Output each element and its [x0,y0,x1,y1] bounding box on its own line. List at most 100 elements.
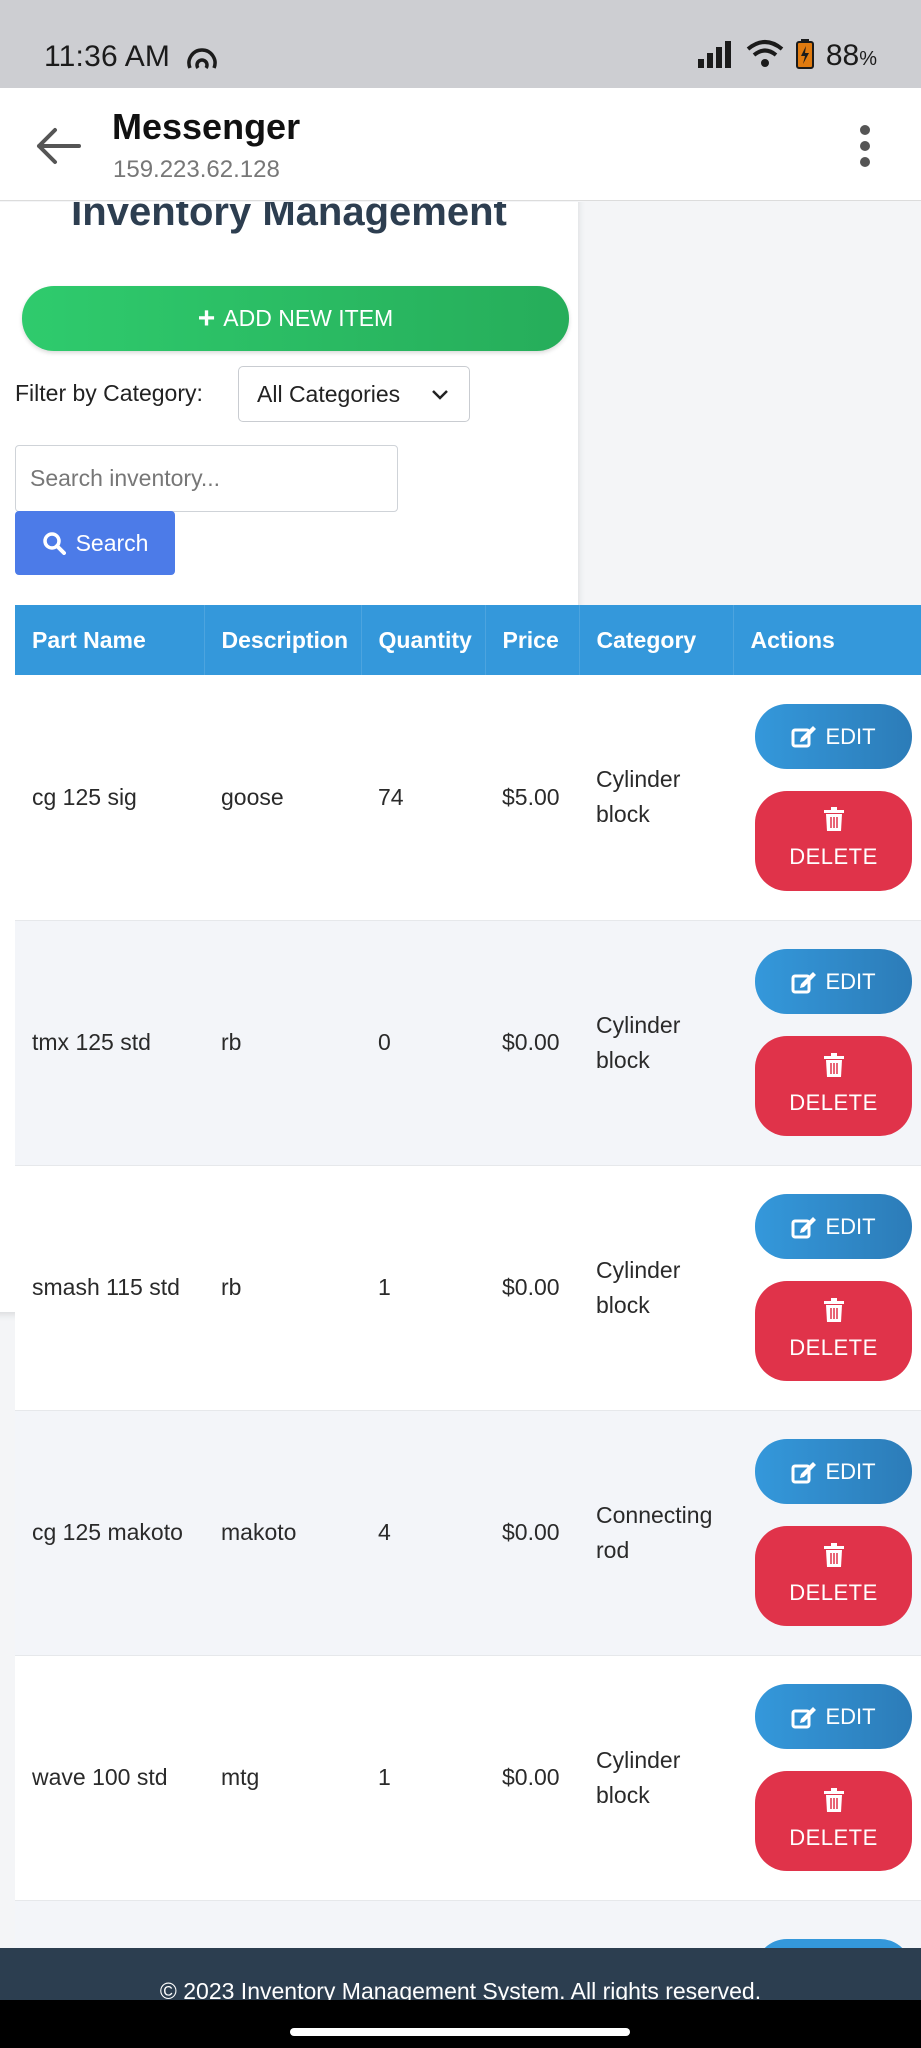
app-title: Messenger [112,106,301,147]
back-button[interactable] [28,116,88,176]
trash-icon [823,1787,844,1812]
cell-price: $0.00 [502,1764,560,1790]
cell-part-name: cg 125 makoto [32,1519,183,1545]
edit-icon [791,971,817,993]
edit-label: EDIT [825,969,876,994]
battery-level: 88% [825,39,877,72]
system-nav-bar [0,2000,921,2048]
table-row: smash 115 std rb 1 $0.00 Cylinder block … [15,1165,921,1410]
add-new-item-button[interactable]: + ADD NEW ITEM [22,286,569,351]
table-row: cg 125 sig goose 74 $5.00 Cylinder block… [15,675,921,920]
cell-price: $0.00 [502,1029,560,1055]
column-header: Description [204,605,362,675]
cell-actions: EDIT DELETE [733,1410,921,1655]
cell-description: rb [221,1274,242,1300]
search-button[interactable]: Search [15,511,175,575]
table-header-row: Part Name Description Quantity Price Cat… [15,605,921,675]
cell-quantity: 0 [378,1029,391,1055]
edit-icon [791,1461,817,1483]
edit-button[interactable] [755,1938,912,1948]
more-options-button[interactable] [835,116,895,176]
inventory-table: Part Name Description Quantity Price Cat… [15,605,921,1948]
trash-icon [823,1297,844,1322]
edit-icon [791,726,817,748]
app-subtitle: 159.223.62.128 [113,156,280,183]
cell-part-name: smash 115 std [32,1274,180,1300]
wifi-icon [746,39,784,74]
delete-label: DELETE [789,1334,878,1360]
cell-description: rb [221,1029,242,1055]
cell-part-name: wave 100 std [32,1764,168,1790]
cell-description: mtg [221,1764,260,1790]
table-row: wave 100 std mtg 1 $0.00 Cylinder block … [15,1655,921,1900]
status-bar: 11:36 AM 88% [0,0,921,88]
delete-label: DELETE [789,844,878,870]
edit-button[interactable]: EDIT [755,1684,912,1749]
search-icon [42,532,66,555]
cell-category: Cylinder block [596,1011,681,1073]
cell-price: $5.00 [502,783,560,810]
column-header: Actions [733,605,921,675]
cell-category: Connecting rod [596,1501,713,1563]
plus-icon: + [197,301,216,335]
battery-icon [795,38,814,74]
edit-label: EDIT [825,1459,876,1484]
delete-button[interactable]: DELETE [755,1526,912,1626]
edit-label: EDIT [825,723,876,749]
cell-quantity: 4 [378,1519,391,1545]
web-page: Inventory Management + ADD NEW ITEM Filt… [0,202,921,1948]
delete-button[interactable]: DELETE [755,1771,912,1871]
category-filter-value: All Categories [257,380,401,407]
cell-part-name: tmx 125 std [32,1029,151,1055]
cell-actions: EDIT DELETE [733,920,921,1165]
delete-label: DELETE [789,1579,878,1605]
table-row: cg 125 makoto makoto 4 $0.00 Connecting … [15,1410,921,1655]
edit-button[interactable]: EDIT [755,949,912,1014]
status-time: 11:36 AM [44,40,171,73]
cell-category: Cylinder block [596,1746,681,1808]
home-indicator[interactable] [290,2028,630,2036]
chevron-down-icon [431,383,449,411]
filter-label: Filter by Category: [15,380,203,406]
column-header: Quantity [361,605,486,675]
category-filter-select[interactable]: All Categories [238,366,470,422]
delete-label: DELETE [789,1089,878,1115]
edit-icon [791,1216,817,1238]
cell-price: $0.00 [502,1519,560,1545]
cell-quantity: 1 [378,1764,391,1790]
table-row [15,1900,921,1948]
cell-category: Cylinder block [596,766,681,828]
edit-button[interactable]: EDIT [755,703,912,769]
cell-part-name: cg 125 sig [32,783,137,810]
signal-icon [696,39,734,74]
cell-category: Cylinder block [596,1256,681,1318]
column-header: Price [485,605,580,675]
search-button-label: Search [75,529,149,556]
more-vert-icon [860,125,870,167]
search-input[interactable] [15,445,398,512]
cell-price: $0.00 [502,1274,560,1300]
cell-quantity: 74 [378,783,404,810]
column-header: Category [579,605,734,675]
delete-button[interactable]: DELETE [755,790,912,891]
cell-actions: EDIT DELETE [733,675,921,920]
hotspot-icon [186,42,218,72]
edit-label: EDIT [825,1704,876,1729]
edit-icon [791,1706,817,1728]
table-row: tmx 125 std rb 0 $0.00 Cylinder block ED… [15,920,921,1165]
delete-button[interactable]: DELETE [755,1281,912,1381]
delete-label: DELETE [789,1824,878,1850]
page-title: Inventory Management [71,202,507,234]
edit-button[interactable]: EDIT [755,1439,912,1504]
cell-quantity: 1 [378,1274,391,1300]
cell-description: goose [221,783,284,810]
edit-button[interactable]: EDIT [755,1194,912,1259]
arrow-left-icon [37,128,81,164]
delete-button[interactable]: DELETE [755,1036,912,1136]
cell-actions: EDIT DELETE [733,1165,921,1410]
trash-icon [823,1052,844,1077]
trash-icon [823,807,844,832]
column-header: Part Name [15,605,205,675]
add-new-item-label: ADD NEW ITEM [223,305,394,331]
edit-label: EDIT [825,1214,876,1239]
